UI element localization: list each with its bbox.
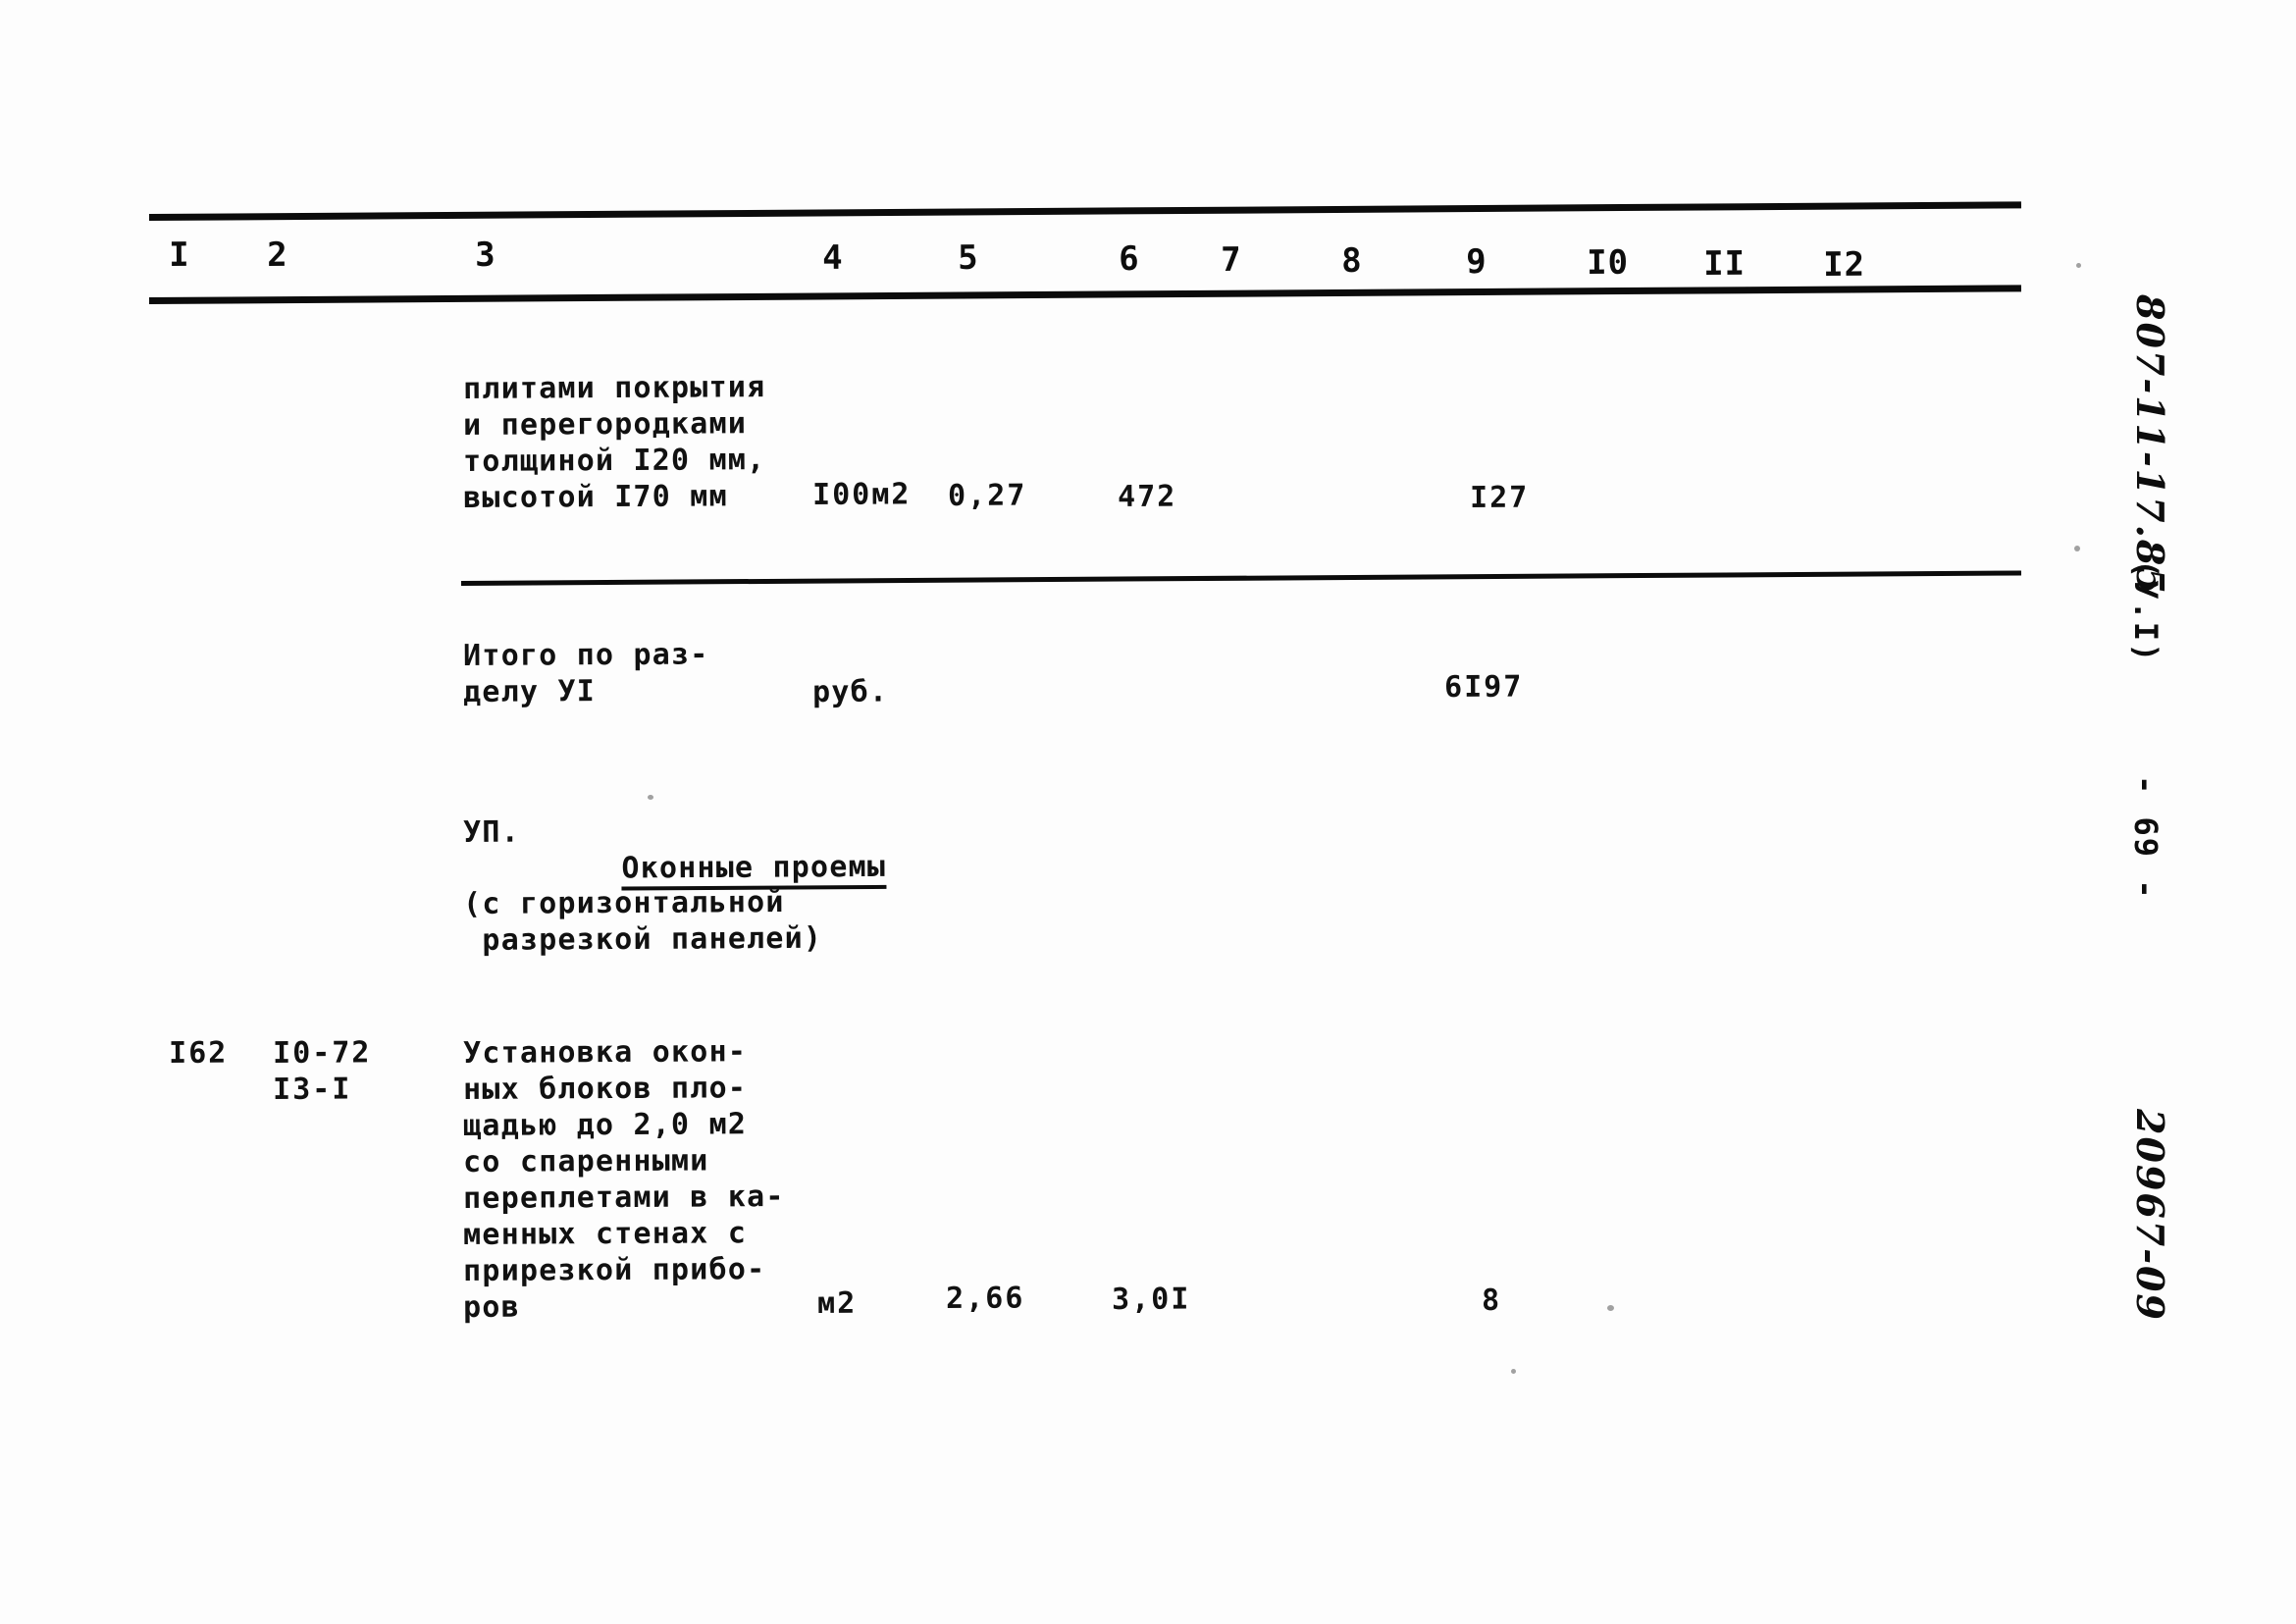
scan-speck — [2076, 263, 2081, 268]
column-header-9: 9 — [1466, 241, 1487, 282]
row4-description-line-5: переплетами в ка- — [463, 1179, 785, 1216]
column-header-1: I — [169, 235, 190, 275]
section-subtitle-line-1: (с горизонтальной — [463, 884, 785, 921]
row4-description-line-7: прирезкой прибо- — [463, 1252, 766, 1288]
column-header-3: 3 — [475, 235, 496, 275]
column-header-6: 6 — [1119, 238, 1140, 279]
row2-description-line-2: делу УI — [463, 674, 597, 709]
section-subtitle-line-2: разрезкой панелей) — [463, 920, 823, 958]
row1-unit-cell: I00м2 — [812, 477, 912, 512]
row1-col5-value: 0,27 — [948, 478, 1027, 513]
scanned-page: I 2 3 4 5 6 7 8 9 I0 II I2 плитами покры… — [0, 0, 2296, 1624]
section-heading-prefix: УП. — [463, 814, 521, 850]
volume-note: (У.I) — [2127, 559, 2165, 664]
row4-description-line-6: менных стенах с — [463, 1216, 748, 1252]
column-header-2: 2 — [267, 235, 288, 275]
column-header-10: I0 — [1587, 242, 1630, 283]
row2-description-line-1: Итого по раз- — [463, 637, 709, 673]
catalog-code-annotation: 807-11-17.85 — [2128, 294, 2172, 596]
table-top-rule — [148, 201, 2021, 221]
row4-description-line-3: щадью до 2,0 м2 — [463, 1107, 748, 1143]
row4-description-line-4: со спаренными — [463, 1143, 709, 1179]
row4-col9-value: 8 — [1482, 1283, 1502, 1318]
row4-col5-value: 2,66 — [946, 1281, 1025, 1316]
scan-speck — [1607, 1305, 1614, 1311]
row1-col6-value: 472 — [1118, 479, 1177, 514]
row2-col9-value: 6I97 — [1444, 669, 1524, 705]
row4-unit-cell: м2 — [817, 1285, 858, 1321]
row1-description-line-2: и перегородками — [463, 406, 748, 443]
page-number: - 69 - — [2127, 775, 2165, 901]
row2-unit-cell: руб. — [812, 674, 889, 709]
archive-code-annotation: 20967-09 — [2128, 1109, 2172, 1322]
scan-speck — [1511, 1369, 1516, 1374]
row4-description-line-1: Установка окон- — [463, 1034, 748, 1071]
scan-speck — [2074, 546, 2080, 551]
row4-col2-code-line-1: I0-72 — [273, 1035, 372, 1071]
scan-speck — [648, 795, 653, 800]
row4-description-line-8: ров — [463, 1289, 521, 1325]
row4-description-line-2: ных блоков пло- — [463, 1071, 748, 1107]
row1-bottom-rule — [460, 570, 2021, 586]
row1-col9-value: I27 — [1470, 480, 1530, 515]
row4-col2-code-line-2: I3-I — [273, 1072, 352, 1107]
column-header-11: II — [1703, 243, 1747, 284]
column-header-7: 7 — [1221, 239, 1242, 280]
row1-description-line-1: плитами покрытия — [463, 370, 766, 406]
column-header-5: 5 — [958, 237, 979, 278]
row4-col1-position-number: I62 — [169, 1035, 229, 1071]
column-header-12: I2 — [1823, 244, 1866, 285]
row1-description-line-4: высотой I70 мм — [463, 479, 728, 515]
row1-description-line-3: толщиной I20 мм, — [463, 443, 766, 479]
column-header-4: 4 — [822, 237, 844, 278]
column-header-8: 8 — [1341, 240, 1363, 281]
table-header-bottom-rule — [148, 285, 2021, 304]
row4-col6-value: 3,0I — [1112, 1282, 1191, 1317]
